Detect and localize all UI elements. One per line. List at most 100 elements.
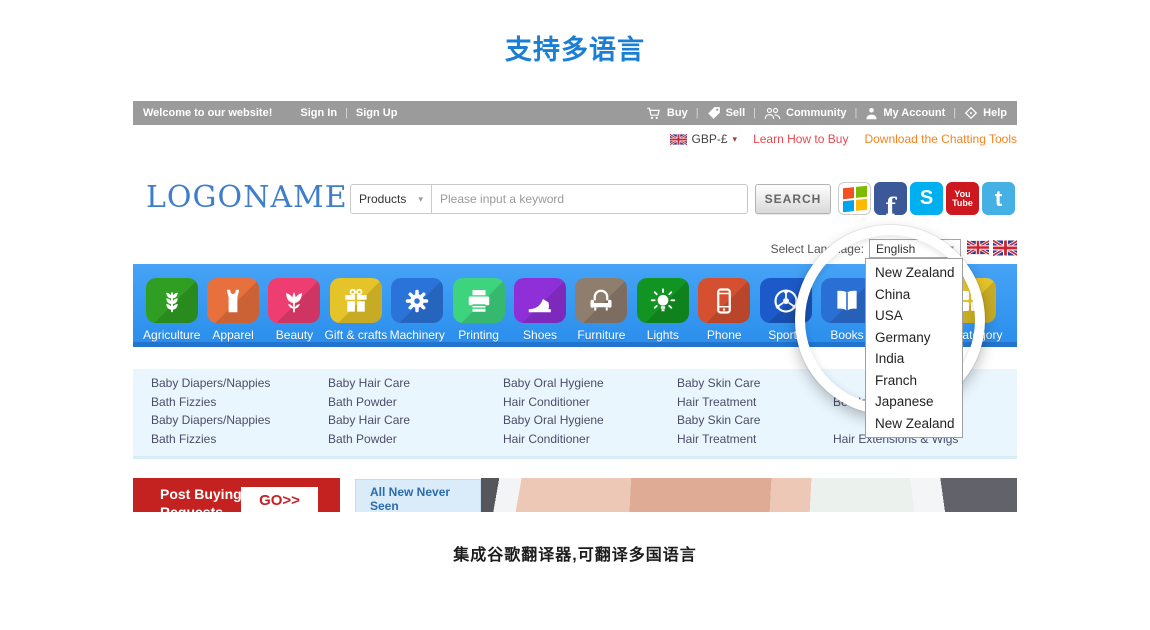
language-option[interactable]: New Zealand	[866, 262, 962, 284]
nav-item-apparel[interactable]: Apparel	[202, 278, 263, 342]
sign-in-link[interactable]: Sign In	[300, 107, 337, 119]
category-link[interactable]: Baby Oral Hygiene	[503, 374, 604, 393]
nav-label: Apparel	[212, 328, 253, 342]
language-option[interactable]: USA	[866, 305, 962, 327]
website-mockup: Welcome to our website! Sign In | Sign U…	[133, 101, 1017, 521]
nav-item-shoes[interactable]: Shoes	[509, 278, 570, 342]
printer-icon	[453, 278, 505, 323]
nav-item-beauty[interactable]: Beauty	[264, 278, 325, 342]
promo-text: All New Never Seen	[370, 485, 480, 512]
category-link[interactable]: Hair Treatment	[677, 393, 760, 412]
nav-label: Printing	[458, 328, 499, 342]
flower-icon	[268, 278, 320, 323]
category-link[interactable]: Baby Hair Care	[328, 374, 410, 393]
category-link[interactable]: Baby Oral Hygiene	[503, 411, 604, 430]
menu-label: My Account	[883, 107, 945, 119]
nav-item-lights[interactable]: Lights	[632, 278, 693, 342]
menu-label: Community	[786, 107, 847, 119]
uk-flag-icon[interactable]	[967, 240, 989, 255]
category-link[interactable]: Hair Treatment	[677, 430, 760, 449]
post-buying-text: Post Buying Requests	[160, 485, 242, 512]
nav-item-agriculture[interactable]: Agriculture	[141, 278, 202, 342]
category-link[interactable]: Hair Conditioner	[503, 430, 604, 449]
windows-grid	[843, 185, 867, 212]
nav-item-furniture[interactable]: Furniture	[571, 278, 632, 342]
sofa-icon	[575, 278, 627, 323]
nav-item-phone[interactable]: Phone	[694, 278, 755, 342]
language-option[interactable]: Germany	[866, 327, 962, 349]
nav-label: Lights	[647, 328, 679, 342]
cart-icon	[646, 106, 662, 121]
category-link[interactable]: Baby Diapers/Nappies	[151, 411, 270, 430]
menu-item-community[interactable]: Community	[764, 107, 847, 120]
search-category-select[interactable]: Products ▾	[351, 192, 431, 206]
search-box: Products ▾	[350, 184, 748, 214]
category-link[interactable]: Baby Skin Care	[677, 374, 760, 393]
link-column: Baby Skin Care Hair Treatment Baby Skin …	[677, 374, 760, 448]
category-link[interactable]: Hair Conditioner	[503, 393, 604, 412]
go-button[interactable]: GO>>	[241, 487, 318, 512]
youtube-glyph: Tube	[952, 199, 973, 208]
link-column: Baby Diapers/Nappies Bath Fizzies Baby D…	[151, 374, 270, 448]
learn-how-to-buy-link[interactable]: Learn How to Buy	[753, 132, 848, 146]
promo-banner: Post Buying Requests GO>> All New Never …	[133, 478, 1017, 512]
category-link[interactable]: Baby Skin Care	[677, 411, 760, 430]
language-flags	[967, 240, 1017, 256]
search-input[interactable]	[432, 192, 747, 206]
facebook-glyph: f	[885, 192, 895, 215]
category-link[interactable]: Bath Fizzies	[151, 430, 270, 449]
search-button[interactable]: SEARCH	[755, 184, 831, 214]
menu-item-my-account[interactable]: My Account	[865, 107, 945, 120]
divider: |	[855, 107, 858, 119]
chevron-down-icon: ▾	[733, 134, 738, 145]
skype-icon[interactable]: S	[910, 182, 943, 215]
nav-item-sports[interactable]: Sports	[755, 278, 816, 342]
youtube-icon[interactable]: YouTube	[946, 182, 979, 215]
nav-label: Sports	[768, 328, 803, 342]
category-link[interactable]: Baby Diapers/Nappies	[151, 374, 270, 393]
menu-item-help[interactable]: Help	[964, 106, 1007, 120]
apparel-icon	[207, 278, 259, 323]
nav-label: Agriculture	[143, 328, 200, 342]
nav-label: Furniture	[577, 328, 625, 342]
handshake-photo	[481, 478, 1017, 512]
community-icon	[764, 107, 781, 120]
soccer-icon	[760, 278, 812, 323]
language-option[interactable]: New Zealand	[866, 413, 962, 435]
nav-label: Shoes	[523, 328, 557, 342]
language-select[interactable]: English ▾	[869, 239, 961, 258]
nav-item-printing[interactable]: Printing	[448, 278, 509, 342]
language-option[interactable]: India	[866, 348, 962, 370]
menu-item-buy[interactable]: Buy	[646, 106, 688, 121]
menu-label: Sell	[726, 107, 746, 119]
nav-item-gift-crafts[interactable]: Gift & crafts	[325, 278, 386, 342]
nav-item-machinery[interactable]: Machinery	[387, 278, 448, 342]
uk-flag-icon[interactable]	[993, 240, 1017, 256]
tag-icon	[707, 106, 721, 120]
download-chatting-tools-link[interactable]: Download the Chatting Tools	[864, 132, 1017, 146]
sign-up-link[interactable]: Sign Up	[356, 107, 398, 119]
twitter-icon[interactable]: t	[982, 182, 1015, 215]
site-logo[interactable]: LOGONAME	[146, 180, 348, 215]
category-link[interactable]: Baby Hair Care	[328, 411, 410, 430]
facebook-icon[interactable]: f	[874, 182, 907, 215]
category-link[interactable]: Bath Powder	[328, 430, 410, 449]
all-new-promo[interactable]: All New Never Seen Before	[355, 479, 481, 512]
menu-item-sell[interactable]: Sell	[707, 106, 746, 120]
search-category-value: Products	[359, 192, 406, 206]
language-option[interactable]: Franch	[866, 370, 962, 392]
category-link[interactable]: Bath Fizzies	[151, 393, 270, 412]
language-option[interactable]: China	[866, 284, 962, 306]
uk-flag-icon	[670, 134, 687, 145]
nav-label: Gift & crafts	[325, 328, 388, 342]
currency-selector[interactable]: GBP-£ ▾	[670, 132, 738, 146]
language-selected-value: English	[876, 242, 915, 256]
category-link[interactable]: Bath Powder	[328, 393, 410, 412]
currency-value: GBP-£	[692, 132, 728, 146]
header-row: LOGONAME Products ▾ SEARCH f S YouTube t	[146, 178, 1017, 224]
menu-label: Buy	[667, 107, 688, 119]
language-option[interactable]: Japanese	[866, 391, 962, 413]
post-buying-requests-banner[interactable]: Post Buying Requests GO>>	[133, 478, 340, 512]
windows-live-icon[interactable]	[838, 182, 871, 215]
welcome-text: Welcome to our website!	[143, 107, 272, 119]
